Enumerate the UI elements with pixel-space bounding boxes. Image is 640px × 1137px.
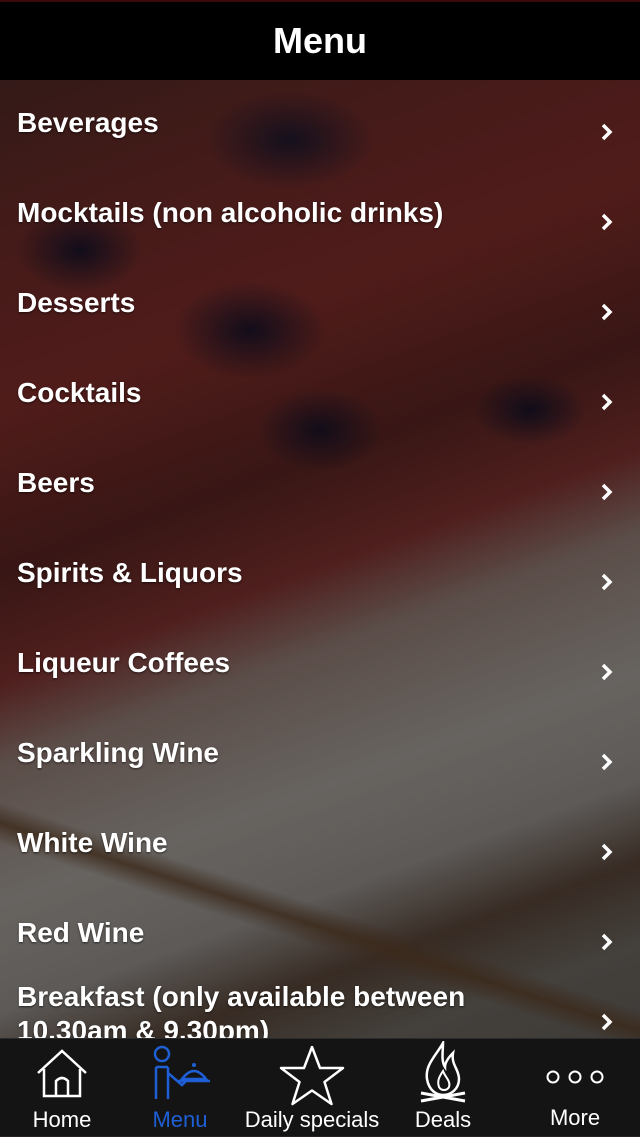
chevron-right-icon <box>601 843 613 861</box>
menu-item-label: Cocktails <box>17 377 142 408</box>
menu-item-label: Beers <box>17 467 95 498</box>
chevron-right-icon <box>601 663 613 681</box>
menu-item-label: Liqueur Coffees <box>17 647 231 678</box>
menu-item-label: Desserts <box>17 287 136 318</box>
chevron-right-icon <box>601 123 613 141</box>
nav-bar: Menu <box>0 0 640 80</box>
menu-item-sparkling-wine[interactable]: Sparkling Wine <box>0 710 640 800</box>
menu-list[interactable]: Beverages Mocktails (non alcoholic drink… <box>0 80 640 1038</box>
home-icon <box>37 1049 87 1098</box>
tab-menu[interactable]: Menu <box>124 1039 236 1137</box>
tab-more[interactable]: More <box>510 1039 640 1137</box>
waiter-icon <box>153 1045 210 1099</box>
menu-item-desserts[interactable]: Desserts <box>0 260 640 350</box>
tab-bar: Home Menu Daily specials Deals More <box>0 1038 640 1136</box>
chevron-right-icon <box>601 393 613 411</box>
menu-item-white-wine[interactable]: White Wine <box>0 800 640 890</box>
menu-item-beverages[interactable]: Beverages <box>0 80 640 170</box>
chevron-right-icon <box>601 213 613 231</box>
chevron-right-icon <box>601 483 613 501</box>
tab-label: Daily specials <box>244 1107 380 1132</box>
menu-item-breakfast[interactable]: Breakfast (only available between 10.30a… <box>0 980 640 1038</box>
tab-home[interactable]: Home <box>0 1039 124 1137</box>
menu-item-label: Beverages <box>17 107 159 138</box>
star-icon <box>279 1045 345 1106</box>
page-title: Menu <box>273 20 367 61</box>
chevron-right-icon <box>601 933 613 951</box>
chevron-right-icon <box>601 303 613 321</box>
chevron-right-icon <box>601 573 613 591</box>
menu-item-beers[interactable]: Beers <box>0 440 640 530</box>
menu-item-label: Breakfast (only available between 10.30a… <box>17 981 466 1038</box>
chevron-right-icon <box>601 753 613 771</box>
tab-label: More <box>549 1105 601 1130</box>
menu-item-liqueur-coffees[interactable]: Liqueur Coffees <box>0 620 640 710</box>
more-icon <box>546 1070 604 1084</box>
menu-item-label: Sparkling Wine <box>17 737 220 768</box>
tab-deals[interactable]: Deals <box>388 1039 498 1137</box>
tab-daily-specials[interactable]: Daily specials <box>236 1039 388 1137</box>
chevron-right-icon <box>601 1013 613 1031</box>
tab-label: Home <box>32 1107 92 1132</box>
menu-item-spirits[interactable]: Spirits & Liquors <box>0 530 640 620</box>
menu-item-label: Spirits & Liquors <box>17 557 243 588</box>
menu-item-cocktails[interactable]: Cocktails <box>0 350 640 440</box>
flame-icon <box>420 1041 466 1103</box>
menu-item-mocktails[interactable]: Mocktails (non alcoholic drinks) <box>0 170 640 260</box>
tab-label: Deals <box>414 1107 472 1132</box>
menu-item-red-wine[interactable]: Red Wine <box>0 890 640 980</box>
menu-item-label: White Wine <box>17 827 168 858</box>
menu-item-label: Mocktails (non alcoholic drinks) <box>17 197 444 228</box>
tab-label: Menu <box>152 1107 208 1132</box>
menu-item-label: Red Wine <box>17 917 145 948</box>
